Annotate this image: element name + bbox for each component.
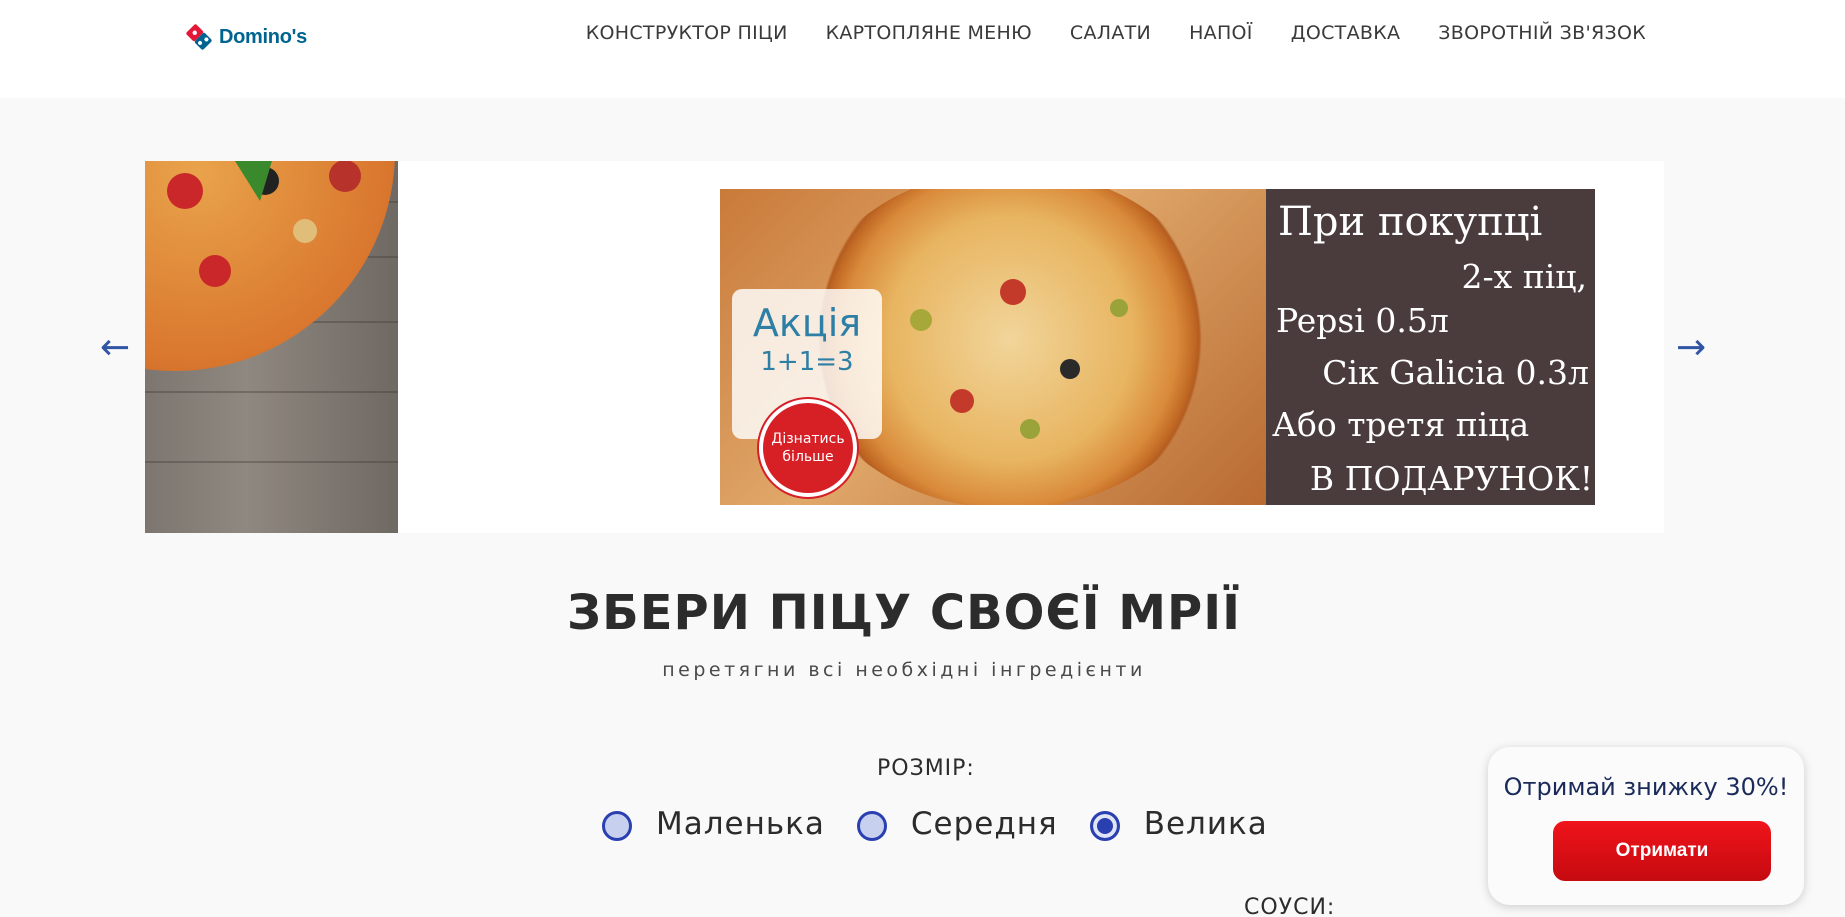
- size-radio-medium[interactable]: [856, 811, 887, 841]
- size-option-large[interactable]: Велика: [1089, 806, 1268, 842]
- page-title: ЗБЕРИ ПІЦУ СВОЄЇ МРІЇ: [567, 585, 1241, 641]
- nav-feedback[interactable]: ЗВОРОТНІЙ ЗВ'ЯЗОК: [1438, 22, 1646, 44]
- nav-drinks[interactable]: НАПОЇ: [1189, 22, 1253, 44]
- promo-banner[interactable]: Акція 1+1=3 Дізнатись більше При покупці…: [720, 189, 1595, 505]
- learn-more-button[interactable]: Дізнатись більше: [759, 399, 857, 497]
- promo-slider: Акція 1+1=3 Дізнатись більше При покупці…: [145, 161, 1664, 533]
- get-discount-button[interactable]: Отримати: [1553, 821, 1771, 881]
- promo-badge-subtitle: 1+1=3: [760, 347, 854, 377]
- promo-line: Або третя піца: [1272, 405, 1530, 444]
- slider-next-arrow-icon[interactable]: →: [1676, 330, 1706, 366]
- promo-line: 2-х піц,: [1461, 257, 1587, 296]
- size-radio-small[interactable]: [602, 811, 632, 841]
- promo-line: При покупці: [1278, 199, 1543, 245]
- promo-badge-title: Акція: [752, 301, 862, 345]
- logo-text: Domino's: [219, 25, 307, 48]
- promo-line: В ПОДАРУНОК!: [1309, 459, 1593, 498]
- size-option-small[interactable]: Маленька: [602, 806, 825, 842]
- header: Domino's КОНСТРУКТОР ПІЦИ КАРТОПЛЯНЕ МЕН…: [0, 0, 1845, 98]
- size-radio-large[interactable]: [1089, 811, 1120, 841]
- main-nav: КОНСТРУКТОР ПІЦИ КАРТОПЛЯНЕ МЕНЮ САЛАТИ …: [586, 22, 1646, 44]
- size-option-medium[interactable]: Середня: [856, 806, 1058, 842]
- popup-title: Отримай знижку 30%!: [1503, 773, 1789, 801]
- page-subtitle: перетягни всі необхідні інгредієнти: [662, 659, 1146, 681]
- dominos-logo-icon: [186, 24, 212, 50]
- size-options: Маленька Середня Велика: [602, 806, 1300, 842]
- sauces-label: СОУСИ:: [1244, 895, 1336, 917]
- promo-pizza-image: Акція 1+1=3 Дізнатись більше: [720, 189, 1266, 505]
- nav-pizza-builder[interactable]: КОНСТРУКТОР ПІЦИ: [586, 22, 788, 44]
- promo-line: Сік Galicia 0.3л: [1322, 353, 1589, 392]
- promo-text-panel: При покупці 2-х піц, Pepsi 0.5л Сік Gali…: [1266, 189, 1595, 505]
- nav-potato-menu[interactable]: КАРТОПЛЯНЕ МЕНЮ: [826, 22, 1032, 44]
- size-option-label: Велика: [1143, 806, 1268, 842]
- nav-salads[interactable]: САЛАТИ: [1070, 22, 1151, 44]
- size-label: РОЗМІР:: [877, 756, 975, 781]
- nav-delivery[interactable]: ДОСТАВКА: [1291, 22, 1401, 44]
- size-option-label: Маленька: [656, 806, 825, 842]
- logo[interactable]: Domino's: [183, 20, 307, 54]
- discount-popup: Отримай знижку 30%! Отримати: [1488, 747, 1804, 905]
- slide-pizza-image: [145, 161, 398, 533]
- promo-line: Pepsi 0.5л: [1276, 301, 1449, 340]
- slider-prev-arrow-icon[interactable]: ←: [100, 330, 130, 366]
- size-option-label: Середня: [910, 806, 1058, 842]
